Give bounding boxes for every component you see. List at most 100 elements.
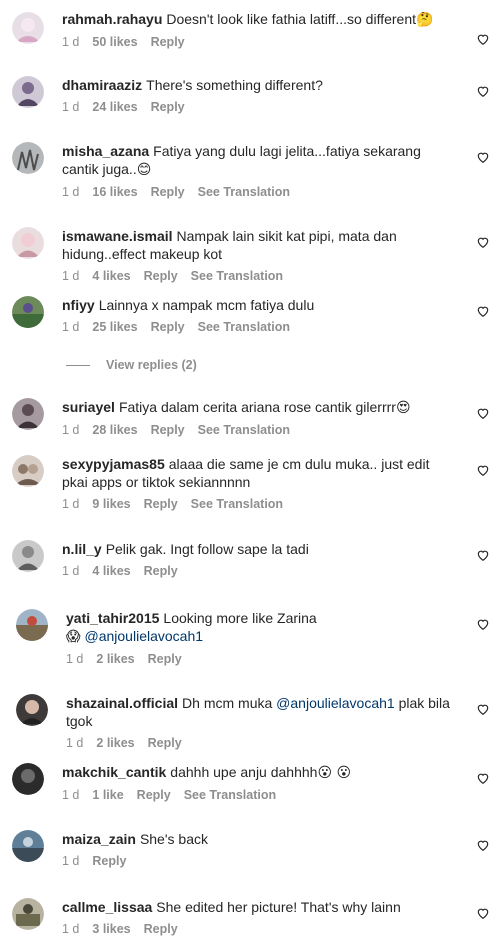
timestamp: 1 d bbox=[62, 497, 80, 511]
heart-icon[interactable] bbox=[476, 838, 490, 852]
heart-icon[interactable] bbox=[476, 548, 490, 562]
avatar[interactable] bbox=[12, 12, 44, 44]
avatar[interactable] bbox=[12, 540, 44, 572]
timestamp: 1 d bbox=[62, 788, 80, 802]
timestamp: 1 d bbox=[62, 35, 80, 49]
avatar[interactable] bbox=[12, 398, 44, 430]
likes-count[interactable]: 25 likes bbox=[92, 320, 137, 334]
emoji: 😊 bbox=[136, 162, 152, 178]
reply-button[interactable]: Reply bbox=[144, 497, 178, 511]
avatar[interactable] bbox=[12, 898, 44, 930]
timestamp: 1 d bbox=[62, 423, 80, 437]
avatar[interactable] bbox=[16, 694, 48, 726]
comment-username[interactable]: n.lil_y bbox=[62, 541, 102, 557]
heart-icon[interactable] bbox=[476, 235, 490, 249]
reply-button[interactable]: Reply bbox=[151, 35, 185, 49]
emoji: 🤔 bbox=[416, 12, 434, 28]
reply-button[interactable]: Reply bbox=[151, 185, 185, 199]
timestamp: 1 d bbox=[62, 320, 80, 334]
comment-username[interactable]: rahmah.rahayu bbox=[62, 11, 162, 27]
avatar[interactable] bbox=[12, 455, 44, 487]
comment-username[interactable]: maiza_zain bbox=[62, 831, 136, 847]
comment-body: There's something different? bbox=[146, 77, 323, 93]
view-replies-label[interactable]: View replies (2) bbox=[106, 358, 197, 372]
timestamp: 1 d bbox=[66, 736, 84, 750]
heart-icon[interactable] bbox=[476, 150, 490, 164]
comment-body: Lainnya x nampak mcm fatiya dulu bbox=[98, 297, 315, 313]
see-translation-button[interactable]: See Translation bbox=[191, 497, 283, 511]
likes-count[interactable]: 2 likes bbox=[96, 652, 134, 666]
heart-icon[interactable] bbox=[476, 617, 490, 631]
timestamp: 1 d bbox=[62, 564, 80, 578]
timestamp: 1 d bbox=[62, 922, 80, 936]
likes-count[interactable]: 4 likes bbox=[92, 269, 130, 283]
heart-icon[interactable] bbox=[476, 463, 490, 477]
avatar[interactable] bbox=[12, 296, 44, 328]
likes-count[interactable]: 50 likes bbox=[92, 35, 137, 49]
comment-body: Pelik gak. Ingt follow sape la tadi bbox=[105, 541, 309, 557]
see-translation-button[interactable]: See Translation bbox=[198, 185, 290, 199]
view-replies-button[interactable]: View replies (2) bbox=[66, 358, 197, 372]
reply-button[interactable]: Reply bbox=[151, 423, 185, 437]
reply-button[interactable]: Reply bbox=[144, 564, 178, 578]
reply-button[interactable]: Reply bbox=[151, 320, 185, 334]
comment-username[interactable]: nfiyy bbox=[62, 297, 95, 313]
see-translation-button[interactable]: See Translation bbox=[198, 423, 290, 437]
comment-body: Fatiya dalam cerita ariana rose cantik g… bbox=[118, 399, 396, 415]
heart-icon[interactable] bbox=[476, 84, 490, 98]
comment-body: Dh mcm muka bbox=[182, 695, 273, 711]
likes-count[interactable]: 16 likes bbox=[92, 185, 137, 199]
see-translation-button[interactable]: See Translation bbox=[198, 320, 290, 334]
likes-count[interactable]: 9 likes bbox=[92, 497, 130, 511]
avatar[interactable] bbox=[12, 76, 44, 108]
comment-username[interactable]: sexypyjamas85 bbox=[62, 456, 165, 472]
likes-count[interactable]: 28 likes bbox=[92, 423, 137, 437]
timestamp: 1 d bbox=[62, 854, 80, 868]
reply-button[interactable]: Reply bbox=[137, 788, 171, 802]
comment-username[interactable]: yati_tahir2015 bbox=[66, 610, 159, 626]
timestamp: 1 d bbox=[62, 269, 80, 283]
comment-username[interactable]: callme_lissaa bbox=[62, 899, 152, 915]
emoji: 😍 bbox=[395, 400, 411, 416]
divider bbox=[66, 364, 90, 366]
heart-icon[interactable] bbox=[476, 406, 490, 420]
avatar[interactable] bbox=[12, 763, 44, 795]
likes-count[interactable]: 1 like bbox=[92, 788, 123, 802]
see-translation-button[interactable]: See Translation bbox=[191, 269, 283, 283]
likes-count[interactable]: 24 likes bbox=[92, 100, 137, 114]
comment-meta: 1 d 50 likes Reply bbox=[62, 34, 456, 50]
avatar[interactable] bbox=[12, 830, 44, 862]
emoji: 😮 😮 bbox=[317, 765, 352, 781]
heart-icon[interactable] bbox=[476, 906, 490, 920]
reply-button[interactable]: Reply bbox=[144, 922, 178, 936]
likes-count[interactable]: 4 likes bbox=[92, 564, 130, 578]
mention-link[interactable]: @anjoulielavocah1 bbox=[276, 695, 395, 711]
reply-button[interactable]: Reply bbox=[92, 854, 126, 868]
comment-username[interactable]: misha_azana bbox=[62, 143, 149, 159]
timestamp: 1 d bbox=[66, 652, 84, 666]
heart-icon[interactable] bbox=[476, 304, 490, 318]
see-translation-button[interactable]: See Translation bbox=[184, 788, 276, 802]
reply-button[interactable]: Reply bbox=[148, 736, 182, 750]
comment-username[interactable]: makchik_cantik bbox=[62, 764, 166, 780]
comment-body: She edited her picture! That's why lainn bbox=[156, 899, 401, 915]
reply-button[interactable]: Reply bbox=[151, 100, 185, 114]
comment-body: dahhh upe anju dahhhh bbox=[170, 764, 318, 780]
likes-count[interactable]: 2 likes bbox=[96, 736, 134, 750]
avatar[interactable] bbox=[16, 609, 48, 641]
reply-button[interactable]: Reply bbox=[148, 652, 182, 666]
emoji: 😱 bbox=[66, 629, 81, 645]
likes-count[interactable]: 3 likes bbox=[92, 922, 130, 936]
timestamp: 1 d bbox=[62, 185, 80, 199]
mention-link[interactable]: @anjoulielavocah1 bbox=[85, 628, 204, 644]
heart-icon[interactable] bbox=[476, 771, 490, 785]
comment-username[interactable]: shazainal.official bbox=[66, 695, 178, 711]
comment-username[interactable]: ismawane.ismail bbox=[62, 228, 173, 244]
avatar[interactable] bbox=[12, 142, 44, 174]
avatar[interactable] bbox=[12, 227, 44, 259]
comment-username[interactable]: dhamiraaziz bbox=[62, 77, 142, 93]
heart-icon[interactable] bbox=[476, 702, 490, 716]
reply-button[interactable]: Reply bbox=[144, 269, 178, 283]
comment-username[interactable]: suriayel bbox=[62, 399, 115, 415]
heart-icon[interactable] bbox=[476, 32, 490, 46]
